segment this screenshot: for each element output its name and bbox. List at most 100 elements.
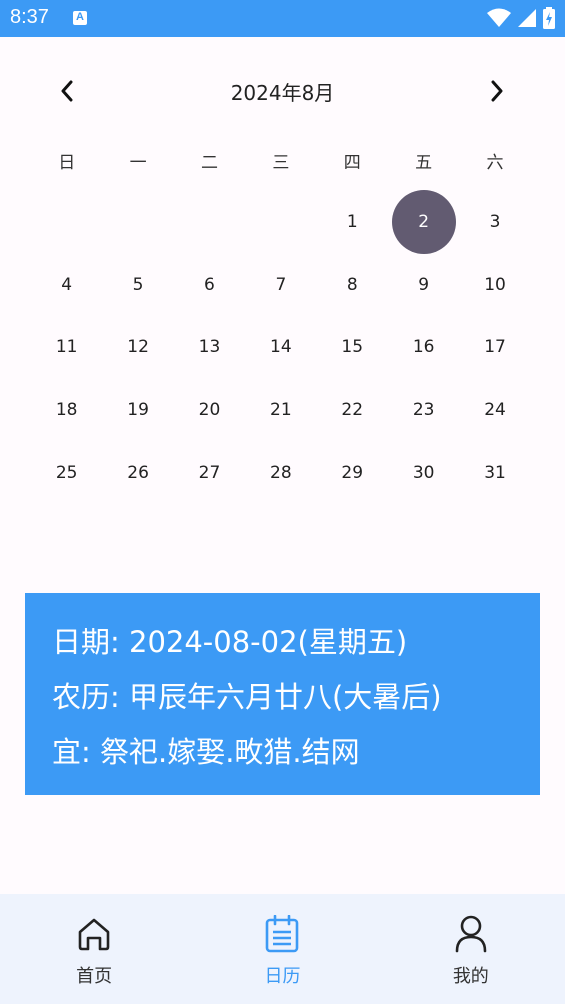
day-cell[interactable]: 6: [174, 254, 245, 317]
day-cell[interactable]: 30: [388, 441, 459, 504]
day-cell[interactable]: 8: [317, 254, 388, 317]
day-cell[interactable]: 27: [174, 441, 245, 504]
day-number: 11: [55, 337, 78, 358]
day-number: 12: [127, 337, 149, 358]
signal-icon: [518, 9, 536, 27]
day-cell[interactable]: 28: [245, 441, 316, 504]
day-number: 10: [484, 274, 506, 295]
notification-letter: A: [76, 11, 84, 23]
battery-icon: [543, 7, 555, 29]
day-number: 31: [484, 462, 506, 483]
day-cell[interactable]: 7: [245, 254, 316, 317]
day-cell[interactable]: 12: [102, 316, 173, 379]
day-number: 25: [55, 462, 78, 483]
weekday-label: 三: [272, 153, 290, 173]
day-cell[interactable]: 4: [31, 254, 102, 317]
day-cell[interactable]: 26: [102, 441, 173, 504]
nav-item-home[interactable]: 首页: [0, 894, 188, 1004]
next-month-button[interactable]: [477, 71, 517, 111]
day-number: 23: [412, 400, 435, 421]
empty-day-cell: [102, 191, 173, 254]
calendar-icon: [262, 914, 302, 954]
day-number: 18: [55, 400, 78, 421]
day-cell[interactable]: 10: [459, 254, 530, 317]
day-number: 17: [484, 337, 506, 358]
date-info-panel: 日期: 2024-08-02(星期五) 农历: 甲辰年六月廿八(大暑后) 宜: …: [25, 593, 540, 795]
day-number: 14: [270, 337, 292, 358]
nav-item-calendar[interactable]: 日历: [188, 894, 376, 1004]
day-cell[interactable]: 22: [317, 379, 388, 442]
weekday-header: 日一二三四五六: [31, 148, 531, 173]
status-time: 8:37: [10, 6, 49, 28]
day-cell[interactable]: 31: [459, 441, 530, 504]
day-cell[interactable]: 11: [31, 316, 102, 379]
chevron-right-icon: [491, 80, 503, 102]
day-number: 29: [341, 462, 364, 483]
day-number: 3: [489, 212, 501, 233]
day-number: 8: [346, 274, 358, 295]
home-icon: [74, 914, 114, 954]
wifi-icon: [487, 8, 511, 27]
empty-day-cell: [31, 191, 102, 254]
day-cell[interactable]: 5: [102, 254, 173, 317]
person-icon: [451, 914, 491, 954]
day-cell[interactable]: 29: [317, 441, 388, 504]
day-number: 28: [270, 462, 292, 483]
day-cell[interactable]: 21: [245, 379, 316, 442]
day-cell[interactable]: 19: [102, 379, 173, 442]
day-cell[interactable]: 15: [317, 316, 388, 379]
day-number: 1: [346, 212, 358, 233]
nav-label-calendar: 日历: [264, 966, 301, 987]
weekday-label: 五: [415, 153, 433, 173]
weekday-label: 二: [200, 153, 218, 173]
weekday-label: 日: [58, 153, 76, 173]
date-line: 日期: 2024-08-02(星期五): [52, 625, 408, 659]
day-number: 13: [198, 337, 221, 358]
empty-day-cell: [245, 191, 316, 254]
day-cell[interactable]: 16: [388, 316, 459, 379]
day-number: 26: [127, 462, 149, 483]
day-cell-selected[interactable]: 2: [388, 190, 459, 255]
day-number: 24: [484, 400, 506, 421]
day-cell[interactable]: 20: [174, 379, 245, 442]
calendar-grid: 1 2 3 4 5 6 7 8 9 10 11 12 13 14 15 16 17 18 19 20 21 22 23 24 2…: [31, 190, 531, 504]
day-number: 16: [412, 337, 435, 358]
day-number: 27: [198, 462, 221, 483]
day-number: 15: [341, 337, 364, 358]
day-cell[interactable]: 18: [31, 379, 102, 442]
day-number: 20: [198, 400, 221, 421]
day-cell[interactable]: 23: [388, 379, 459, 442]
day-number: 7: [275, 274, 287, 295]
day-cell[interactable]: 3: [459, 191, 530, 254]
day-cell[interactable]: 25: [31, 441, 102, 504]
notification-a-icon: A: [73, 11, 87, 25]
day-cell[interactable]: 13: [174, 316, 245, 379]
calendar-header: 2024年8月: [0, 60, 565, 122]
status-icons: [487, 7, 555, 29]
day-number: 2: [391, 190, 456, 255]
day-number: 30: [412, 462, 435, 483]
nav-item-profile[interactable]: 我的: [377, 894, 565, 1004]
day-cell[interactable]: 9: [388, 254, 459, 317]
day-number: 21: [270, 400, 292, 421]
day-cell[interactable]: 1: [317, 191, 388, 254]
weekday-label: 六: [486, 153, 504, 173]
day-number: 6: [204, 274, 215, 295]
auspicious-line: 宜: 祭祀.嫁娶.畋猎.结网: [52, 735, 360, 769]
status-bar: 8:37 A: [0, 0, 565, 37]
day-cell[interactable]: 24: [459, 379, 530, 442]
day-number: 19: [127, 400, 149, 421]
weekday-label: 四: [343, 153, 361, 173]
nav-label-home: 首页: [76, 966, 113, 987]
day-number: 22: [341, 400, 364, 421]
day-number: 4: [61, 274, 73, 295]
lunar-date-line: 农历: 甲辰年六月廿八(大暑后): [52, 680, 442, 714]
day-number: 9: [418, 274, 430, 295]
day-cell[interactable]: 14: [245, 316, 316, 379]
empty-day-cell: [174, 191, 245, 254]
bottom-navigation: 首页 日历 我的: [0, 894, 565, 1004]
nav-label-profile: 我的: [452, 966, 489, 987]
weekday-label: 一: [129, 153, 147, 173]
day-cell[interactable]: 17: [459, 316, 530, 379]
day-number: 5: [132, 274, 144, 295]
